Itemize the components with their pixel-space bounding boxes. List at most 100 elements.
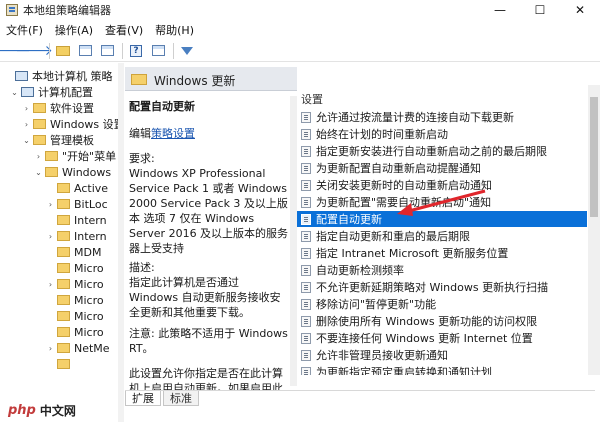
tab-standard[interactable]: 标准 [163,391,199,406]
collapse-arrow-icon[interactable]: ⌄ [34,168,43,177]
setting-column-header[interactable]: 设置 [301,91,323,107]
setting-row[interactable]: 为更新指定预定重启转换和通知计划 [297,364,587,375]
setting-row[interactable]: 指定更新安装进行自动重新启动之前的最后期限 [297,143,587,159]
tree-item-label: MDM [74,245,102,259]
setting-row[interactable]: 自动更新检测频率 [297,262,587,278]
edit-policy-line: 编辑策略设置 [129,125,195,141]
tab-extended[interactable]: 扩展 [125,391,161,406]
expand-arrow-icon[interactable]: › [46,200,55,209]
watermark-text: 中文网 [39,403,76,418]
folder-icon [131,74,147,85]
menu-view[interactable]: 查看(V) [99,22,149,38]
expand-arrow-icon[interactable]: › [46,280,55,289]
tree-item-label: 本地计算机 策略 [32,70,113,83]
help-button[interactable]: ? [126,41,146,61]
tree-item[interactable]: 本地计算机 策略 [4,68,113,84]
settings-scrollbar[interactable] [588,85,600,375]
menu-action[interactable]: 操作(A) [49,22,99,38]
folder-icon [57,295,70,305]
page-title: Windows 更新 [154,74,236,88]
policy-setting-icon [301,145,311,157]
filter-button[interactable] [177,41,197,61]
menu-bar: 文件(F) 操作(A) 查看(V) 帮助(H) [0,21,600,39]
edit-policy-link[interactable]: 策略设置 [151,127,195,140]
tree-item[interactable]: › BitLoc [46,196,108,212]
tree-item[interactable]: ⌄ Windows [34,164,111,180]
menu-help[interactable]: 帮助(H) [149,22,200,38]
properties-button[interactable] [148,41,168,61]
setting-label: 为更新指定预定重启转换和通知计划 [316,366,492,375]
maximize-button[interactable]: ☐ [520,0,560,20]
setting-label: 删除使用所有 Windows 更新功能的访问权限 [316,315,538,328]
tree-item[interactable]: › "开始"菜单 [34,148,116,164]
expand-arrow-icon[interactable]: › [34,152,43,161]
description-pane: 配置自动更新 编辑策略设置 要求: Windows XP Professiona… [125,63,297,391]
setting-row[interactable]: 删除使用所有 Windows 更新功能的访问权限 [297,313,587,329]
tree-item[interactable]: Micro [46,292,104,308]
tree-item[interactable] [46,356,74,372]
tree-item[interactable]: › Micro [46,276,104,292]
tree-item-label: Active [74,181,109,195]
tree-item[interactable]: Micro [46,308,104,324]
show-hide-tree-button[interactable] [75,41,95,61]
console-tree[interactable]: 本地计算机 策略 ⌄ 计算机配置 › 软件设置 › Windows 设置 ⌄ 管理模板 › "开始"… [0,63,124,422]
help-icon: ? [130,44,142,57]
tree-item[interactable]: Active [46,180,108,196]
forward-button[interactable]: 🡒 [15,41,53,61]
description-scrollbar[interactable] [290,96,297,386]
setting-row[interactable]: 移除访问"暂停更新"功能 [297,296,587,312]
setting-row[interactable]: 始终在计划的时间重新启动 [297,126,587,142]
policy-setting-icon [301,281,311,293]
console-tree-icon [78,45,92,56]
setting-row[interactable]: 为更新配置自动重新启动提醒通知 [297,160,587,176]
tree-item-label: Micro [74,277,104,291]
tree-item-label: 计算机配置 [38,86,93,99]
folder-icon [57,279,70,289]
setting-label: 不要连接任何 Windows 更新 Internet 位置 [316,332,533,345]
toolbar-separator [173,42,174,59]
folder-icon [33,119,46,129]
export-list-button[interactable] [97,41,117,61]
computer-icon [15,71,28,81]
tree-scrollbar[interactable] [118,63,124,422]
tree-item[interactable]: Intern [46,212,107,228]
setting-row[interactable]: 不要连接任何 Windows 更新 Internet 位置 [297,330,587,346]
toolbar-separator [49,42,50,59]
setting-row[interactable]: 指定自动更新和重启的最后期限 [297,228,587,244]
tree-item-label: 管理模板 [50,134,94,147]
setting-row[interactable]: 指定 Intranet Microsoft 更新服务位置 [297,245,587,261]
tree-item[interactable]: ⌄ 管理模板 [22,132,94,148]
up-folder-button[interactable] [53,41,73,61]
expand-arrow-icon[interactable]: › [46,344,55,353]
expand-arrow-icon[interactable]: › [22,120,31,129]
setting-row[interactable]: 不允许更新延期策略对 Windows 更新执行扫描 [297,279,587,295]
tree-item[interactable]: MDM [46,244,101,260]
setting-row[interactable]: 允许非管理员接收更新通知 [297,347,587,363]
tree-item[interactable]: Micro [46,260,104,276]
menu-file[interactable]: 文件(F) [0,22,49,38]
tree-item[interactable]: › Intern [46,228,107,244]
setting-row[interactable]: 允许通过按流量计费的连接自动下载更新 [297,109,587,125]
collapse-arrow-icon[interactable]: ⌄ [10,88,19,97]
tree-item[interactable]: ⌄ 计算机配置 [10,84,93,100]
expand-arrow-icon[interactable]: › [46,232,55,241]
tree-item[interactable]: › Windows 设置 [22,116,123,132]
folder-icon [57,263,70,273]
setting-label: 指定自动更新和重启的最后期限 [316,230,470,243]
policy-setting-icon [301,332,311,344]
setting-label: 指定 Intranet Microsoft 更新服务位置 [316,247,509,260]
expand-arrow-icon[interactable]: › [22,104,31,113]
setting-label: 始终在计划的时间重新启动 [316,128,448,141]
policy-editor-icon [6,4,18,16]
tree-item[interactable]: › 软件设置 [22,100,94,116]
folder-icon [57,359,70,369]
minimize-button[interactable]: — [480,0,520,20]
scrollbar-thumb[interactable] [590,97,598,217]
setting-label: 允许非管理员接收更新通知 [316,349,448,362]
collapse-arrow-icon[interactable]: ⌄ [22,136,31,145]
policy-setting-icon [301,349,311,361]
tree-item[interactable]: Micro [46,324,104,340]
tree-item-label: Micro [74,261,104,275]
tree-item[interactable]: › NetMe [46,340,110,356]
close-button[interactable]: ✕ [560,0,600,20]
